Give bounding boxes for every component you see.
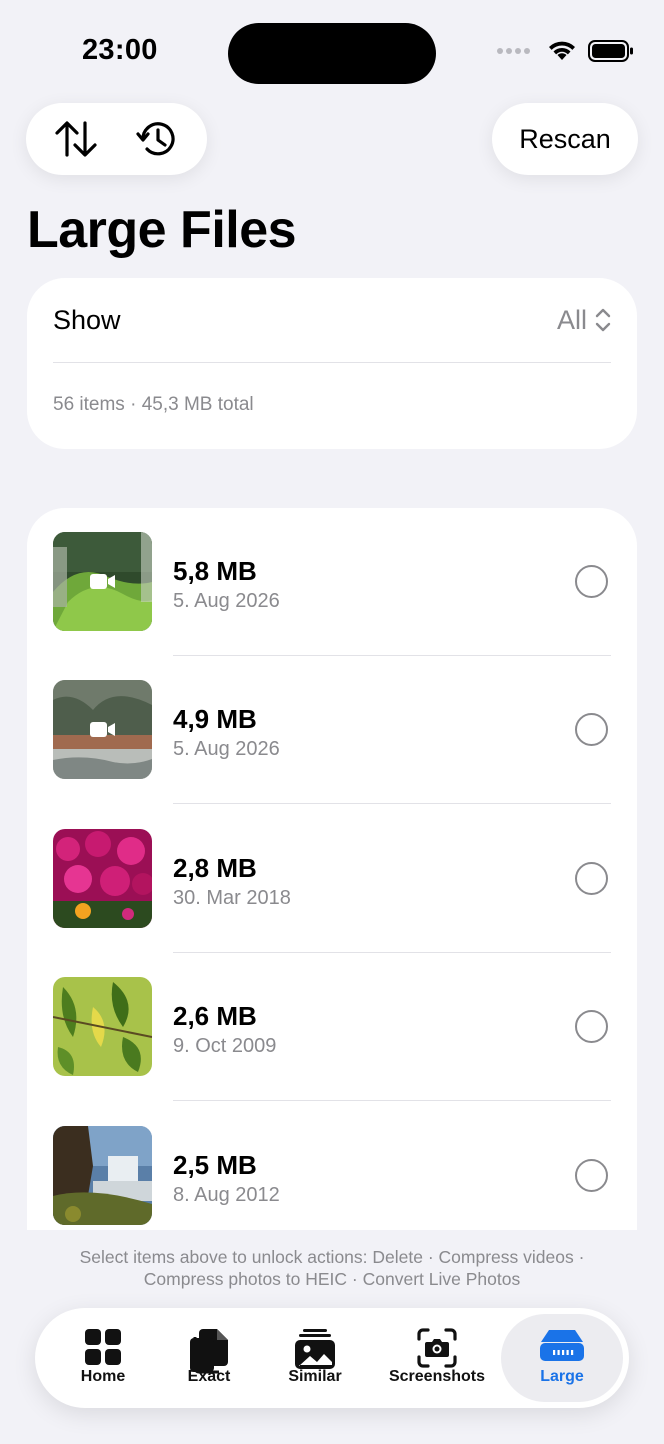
large-files-screen: 23:00 Rescan Large Files Show All 56 ite… xyxy=(0,0,664,1444)
filter-card: Show All 56 items · 45,3 MB total xyxy=(27,278,637,449)
file-row[interactable]: 5,8 MB 5. Aug 2026 xyxy=(27,508,637,656)
tab-home[interactable]: Home xyxy=(53,1314,153,1402)
file-size: 5,8 MB xyxy=(173,556,257,586)
show-filter-row: Show All xyxy=(53,278,611,363)
file-row[interactable]: 4,9 MB 5. Aug 2026 xyxy=(27,656,637,804)
actions-hint: Select items above to unlock actions: De… xyxy=(0,1246,664,1290)
row-divider xyxy=(173,1099,611,1101)
tab-label: Large xyxy=(540,1368,584,1385)
dynamic-island xyxy=(228,23,436,84)
file-list: 5,8 MB 5. Aug 2026 4,9 MB 5. Aug 2026 2,… xyxy=(27,508,637,1268)
tab-label: Screenshots xyxy=(388,1368,486,1385)
tab-label: Similar xyxy=(288,1368,342,1385)
duplicate-docs-icon xyxy=(190,1329,228,1374)
files-summary: 56 items · 45,3 MB total xyxy=(53,394,254,415)
actions-hint-line: Compress photos to HEIC · Convert Live P… xyxy=(143,1269,521,1289)
tab-large[interactable]: Large xyxy=(501,1314,623,1402)
file-size: 4,9 MB xyxy=(173,704,257,734)
file-row[interactable]: 2,8 MB 30. Mar 2018 xyxy=(27,805,637,953)
actions-hint-line: Select items above to unlock actions: De… xyxy=(79,1247,585,1267)
file-thumbnail xyxy=(53,680,152,779)
grid-icon xyxy=(85,1329,121,1365)
video-icon xyxy=(90,722,115,737)
file-date: 5. Aug 2026 xyxy=(173,590,280,612)
sort-arrows-icon xyxy=(55,121,97,157)
show-label: Show xyxy=(53,304,121,335)
history-button[interactable] xyxy=(127,109,187,169)
show-picker[interactable]: All xyxy=(557,305,611,336)
file-thumbnail xyxy=(53,977,152,1076)
cellular-signal-icon xyxy=(497,48,530,54)
status-icons xyxy=(497,40,634,62)
history-icon xyxy=(136,122,175,156)
tab-label: Home xyxy=(80,1368,126,1385)
page-title: Large Files xyxy=(27,201,297,259)
photo-stack-icon xyxy=(295,1329,335,1369)
tab-similar[interactable]: Similar xyxy=(265,1314,365,1402)
select-checkbox[interactable] xyxy=(575,1159,608,1192)
file-thumbnail xyxy=(53,829,152,928)
select-checkbox[interactable] xyxy=(575,862,608,895)
file-size: 2,5 MB xyxy=(173,1150,257,1180)
file-row[interactable]: 2,5 MB 8. Aug 2012 xyxy=(27,1102,637,1250)
battery-icon xyxy=(588,40,633,62)
toolbar-left-group xyxy=(26,103,207,175)
tab-screenshots[interactable]: Screenshots xyxy=(371,1314,503,1402)
wifi-icon xyxy=(549,41,575,60)
file-thumbnail xyxy=(53,532,152,631)
file-date: 8. Aug 2012 xyxy=(173,1184,280,1206)
status-time: 23:00 xyxy=(82,34,158,66)
select-checkbox[interactable] xyxy=(575,713,608,746)
select-checkbox[interactable] xyxy=(575,565,608,598)
file-thumbnail xyxy=(53,1126,152,1225)
tab-bar: Home Exact Similar Screenshots Large xyxy=(35,1308,629,1408)
rescan-button[interactable]: Rescan xyxy=(492,103,638,175)
chevron-up-down-icon xyxy=(595,308,611,332)
file-row[interactable]: 2,6 MB 9. Oct 2009 xyxy=(27,953,637,1101)
row-divider xyxy=(173,802,611,804)
show-picker-value: All xyxy=(556,304,587,335)
camera-viewfinder-icon xyxy=(417,1328,457,1368)
file-size: 2,6 MB xyxy=(173,1001,257,1031)
file-date: 9. Oct 2009 xyxy=(173,1035,277,1057)
select-checkbox[interactable] xyxy=(575,1010,608,1043)
file-date: 5. Aug 2026 xyxy=(173,738,280,760)
tab-exact[interactable]: Exact xyxy=(159,1314,259,1402)
storage-drive-icon xyxy=(540,1330,584,1361)
file-size: 2,8 MB xyxy=(173,853,257,883)
file-date: 30. Mar 2018 xyxy=(173,887,291,909)
video-icon xyxy=(90,574,115,589)
sort-button[interactable] xyxy=(46,109,106,169)
